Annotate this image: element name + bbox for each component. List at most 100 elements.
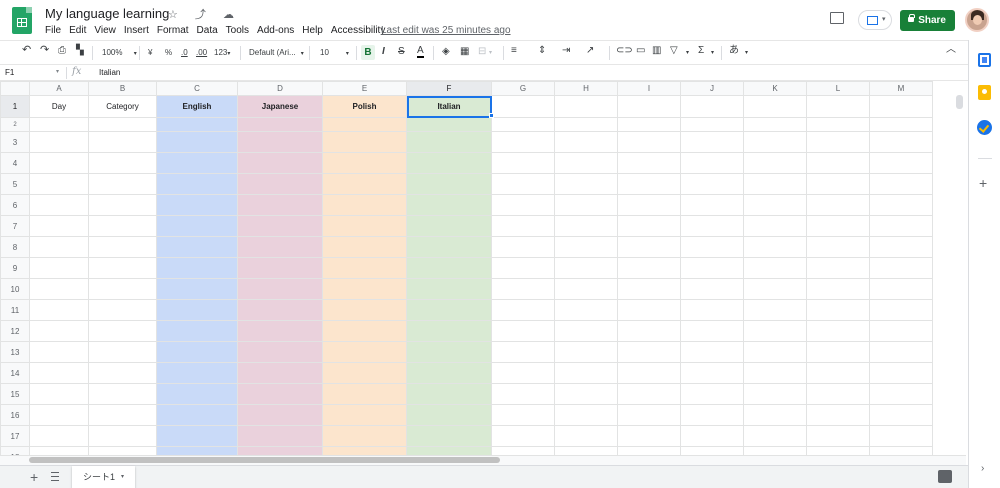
insert-comment-icon[interactable]: ▭ <box>636 45 645 57</box>
row-header-8[interactable]: 8 <box>0 236 30 258</box>
cell[interactable] <box>156 425 238 447</box>
cell[interactable] <box>743 362 807 384</box>
cell[interactable] <box>237 117 323 132</box>
cell[interactable] <box>680 117 744 132</box>
cell[interactable] <box>237 425 323 447</box>
select-all-corner[interactable] <box>0 81 30 96</box>
cell[interactable] <box>156 173 238 195</box>
cell[interactable] <box>156 257 238 279</box>
cell[interactable] <box>156 152 238 174</box>
cell[interactable] <box>88 404 157 426</box>
cell[interactable] <box>680 341 744 363</box>
cell[interactable] <box>322 131 407 153</box>
cell[interactable] <box>322 257 407 279</box>
sheets-logo-icon[interactable] <box>12 7 32 34</box>
undo-icon[interactable]: ↶ <box>22 44 31 56</box>
italic-button[interactable]: I <box>382 46 385 58</box>
cell[interactable] <box>869 236 933 258</box>
cell-b1[interactable]: Category <box>88 95 157 118</box>
filter-icon[interactable]: ▽ <box>670 45 678 57</box>
cell[interactable] <box>237 320 323 342</box>
cell-e1[interactable]: Polish <box>322 95 407 118</box>
cell[interactable] <box>406 257 492 279</box>
row-header-4[interactable]: 4 <box>0 152 30 174</box>
cell[interactable] <box>491 131 555 153</box>
cell[interactable] <box>322 425 407 447</box>
cell[interactable] <box>869 341 933 363</box>
cell[interactable] <box>680 194 744 216</box>
cell[interactable] <box>680 257 744 279</box>
cell[interactable] <box>806 362 870 384</box>
row-header-9[interactable]: 9 <box>0 257 30 279</box>
cell[interactable] <box>617 278 681 300</box>
cell[interactable] <box>88 215 157 237</box>
cell[interactable] <box>406 383 492 405</box>
cell[interactable] <box>88 278 157 300</box>
cell[interactable] <box>869 173 933 195</box>
cell[interactable] <box>237 299 323 321</box>
cell[interactable] <box>554 362 618 384</box>
cell[interactable] <box>554 152 618 174</box>
cell[interactable] <box>491 362 555 384</box>
cell[interactable] <box>806 131 870 153</box>
cell[interactable] <box>743 383 807 405</box>
paint-format-icon[interactable]: ▚ <box>76 45 84 57</box>
cell[interactable] <box>680 362 744 384</box>
cell[interactable] <box>869 117 933 132</box>
cell[interactable] <box>156 341 238 363</box>
zoom-select[interactable]: 100% ▾ <box>102 47 137 60</box>
cell[interactable] <box>322 362 407 384</box>
cell[interactable] <box>617 299 681 321</box>
cell[interactable] <box>156 236 238 258</box>
cell[interactable] <box>491 320 555 342</box>
column-header-l[interactable]: L <box>806 81 870 96</box>
functions-button[interactable]: Σ <box>698 45 704 57</box>
cell[interactable] <box>554 131 618 153</box>
cell[interactable] <box>156 320 238 342</box>
cell[interactable] <box>156 131 238 153</box>
cell[interactable] <box>29 257 89 279</box>
row-header-12[interactable]: 12 <box>0 320 30 342</box>
cell[interactable] <box>322 320 407 342</box>
cell[interactable] <box>680 152 744 174</box>
row-header-17[interactable]: 17 <box>0 425 30 447</box>
row-header-16[interactable]: 16 <box>0 404 30 426</box>
cell[interactable] <box>617 215 681 237</box>
name-box[interactable]: F1 <box>5 68 14 77</box>
cell[interactable] <box>680 425 744 447</box>
cell[interactable] <box>869 194 933 216</box>
keep-icon[interactable] <box>978 85 991 100</box>
cell[interactable] <box>406 425 492 447</box>
menu-edit[interactable]: Edit <box>69 25 86 36</box>
cell[interactable] <box>869 425 933 447</box>
row-header-10[interactable]: 10 <box>0 278 30 300</box>
cell[interactable] <box>554 299 618 321</box>
cell[interactable] <box>406 131 492 153</box>
cell[interactable] <box>617 173 681 195</box>
get-addons-icon[interactable]: + <box>979 175 987 191</box>
cell[interactable] <box>554 404 618 426</box>
cell[interactable] <box>617 341 681 363</box>
cell[interactable] <box>869 152 933 174</box>
cell[interactable] <box>617 404 681 426</box>
cell[interactable] <box>491 173 555 195</box>
cell[interactable] <box>156 278 238 300</box>
percent-format-button[interactable]: % <box>165 47 172 59</box>
cell[interactable] <box>680 173 744 195</box>
cell[interactable] <box>617 362 681 384</box>
cell[interactable] <box>869 215 933 237</box>
tasks-icon[interactable] <box>977 120 992 135</box>
cell[interactable] <box>806 173 870 195</box>
cell[interactable] <box>406 236 492 258</box>
cell[interactable] <box>88 152 157 174</box>
row-header-6[interactable]: 6 <box>0 194 30 216</box>
cell[interactable] <box>237 152 323 174</box>
cell[interactable] <box>237 131 323 153</box>
column-header-b[interactable]: B <box>88 81 157 96</box>
cell[interactable] <box>617 236 681 258</box>
cell[interactable] <box>554 341 618 363</box>
cell[interactable] <box>237 362 323 384</box>
cell[interactable] <box>88 173 157 195</box>
cell[interactable] <box>29 194 89 216</box>
cell[interactable] <box>322 278 407 300</box>
